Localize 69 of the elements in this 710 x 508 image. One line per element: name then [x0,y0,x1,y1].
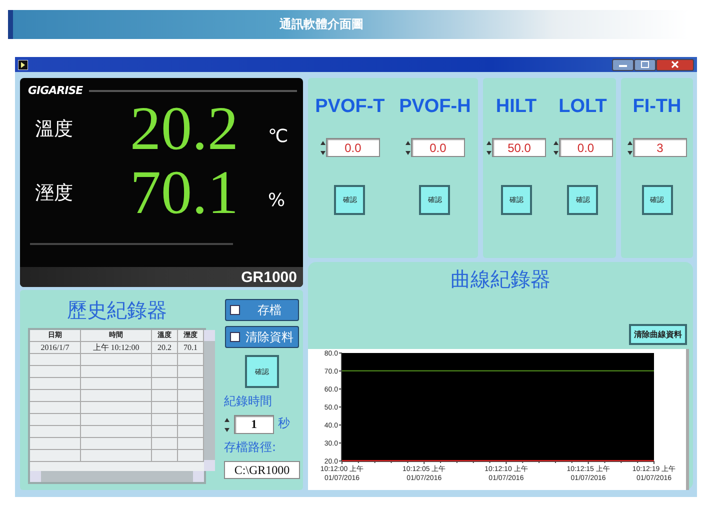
panel-title: 曲線紀錄器 [450,266,552,293]
table-cell [30,414,81,426]
table-cell [81,378,152,390]
close-button[interactable] [656,58,694,70]
app-icon[interactable] [18,60,28,70]
maximize-button[interactable] [634,58,656,70]
table-cell [152,390,178,402]
spinner-icon[interactable] [224,416,230,434]
table-cell [152,366,178,378]
number-field[interactable]: 50.0 [492,138,546,157]
checkbox[interactable] [230,332,240,342]
table-cell [152,354,178,366]
table-cell: 上午 10:12:00 [81,342,152,354]
number-field[interactable]: 0.0 [326,138,380,157]
number-field[interactable]: 0.0 [410,138,465,157]
checkbox[interactable] [230,305,240,315]
minimize-button[interactable] [612,58,634,70]
model-name: GR1000 [241,268,297,286]
table-cell [30,354,81,366]
toggle-button[interactable]: 存檔 [225,299,299,321]
parameter-label: FI-TH [632,96,682,119]
table-cell [30,450,81,462]
table-cell [152,438,178,450]
reading-unit: ℃ [267,124,288,146]
table-cell [81,450,152,462]
table-cell [81,438,152,450]
table-cell [30,438,81,450]
reading-unit: % [267,188,286,210]
parameter-label: PVOF-H [399,96,471,119]
table-cell [81,366,152,378]
maximize-icon [641,61,649,68]
table-cell [30,366,81,378]
minimize-icon [619,62,627,66]
toggle-button[interactable]: 清除資料 [225,326,299,348]
table-cell [81,402,152,414]
field-label: 紀錄時間 [224,393,272,410]
table-cell [30,390,81,402]
table-cell: 20.2 [152,342,178,354]
table-cell [30,378,81,390]
brand-logo: GIGARISE [28,84,83,97]
parameter-label: HILT [496,96,537,119]
interval-field[interactable]: 1 [234,415,274,434]
table-cell [81,390,152,402]
table-cell [152,414,178,426]
table-cell [152,402,178,414]
number-field[interactable]: 3 [633,138,687,157]
table-cell [30,402,81,414]
parameter-label: PVOF-T [315,96,385,119]
parameter-label: LOLT [558,96,607,119]
table-cell [152,378,178,390]
banner-title: 通訊軟體介面圖 [280,16,364,33]
table-cell [152,426,178,438]
table-cell: 2016/1/7 [30,342,81,354]
number-field[interactable]: 0.0 [558,138,613,157]
path-field[interactable]: C:\GR1000 [224,461,300,479]
reading-label: 溫度 [34,117,74,142]
reading-value: 70.1 [130,162,240,224]
panel-title: 歷史紀錄器 [66,297,168,324]
clear-chart-button[interactable]: 清除曲線資料 [629,324,687,345]
table-cell [30,426,81,438]
table-cell [81,426,152,438]
table-cell [152,450,178,462]
reading-label: 溼度 [34,181,74,206]
unit-label: 秒 [278,415,290,432]
table-cell [81,414,152,426]
close-icon [671,61,679,68]
reading-value: 20.2 [130,98,240,160]
field-label: 存檔路徑: [224,439,276,456]
table-cell [81,354,152,366]
